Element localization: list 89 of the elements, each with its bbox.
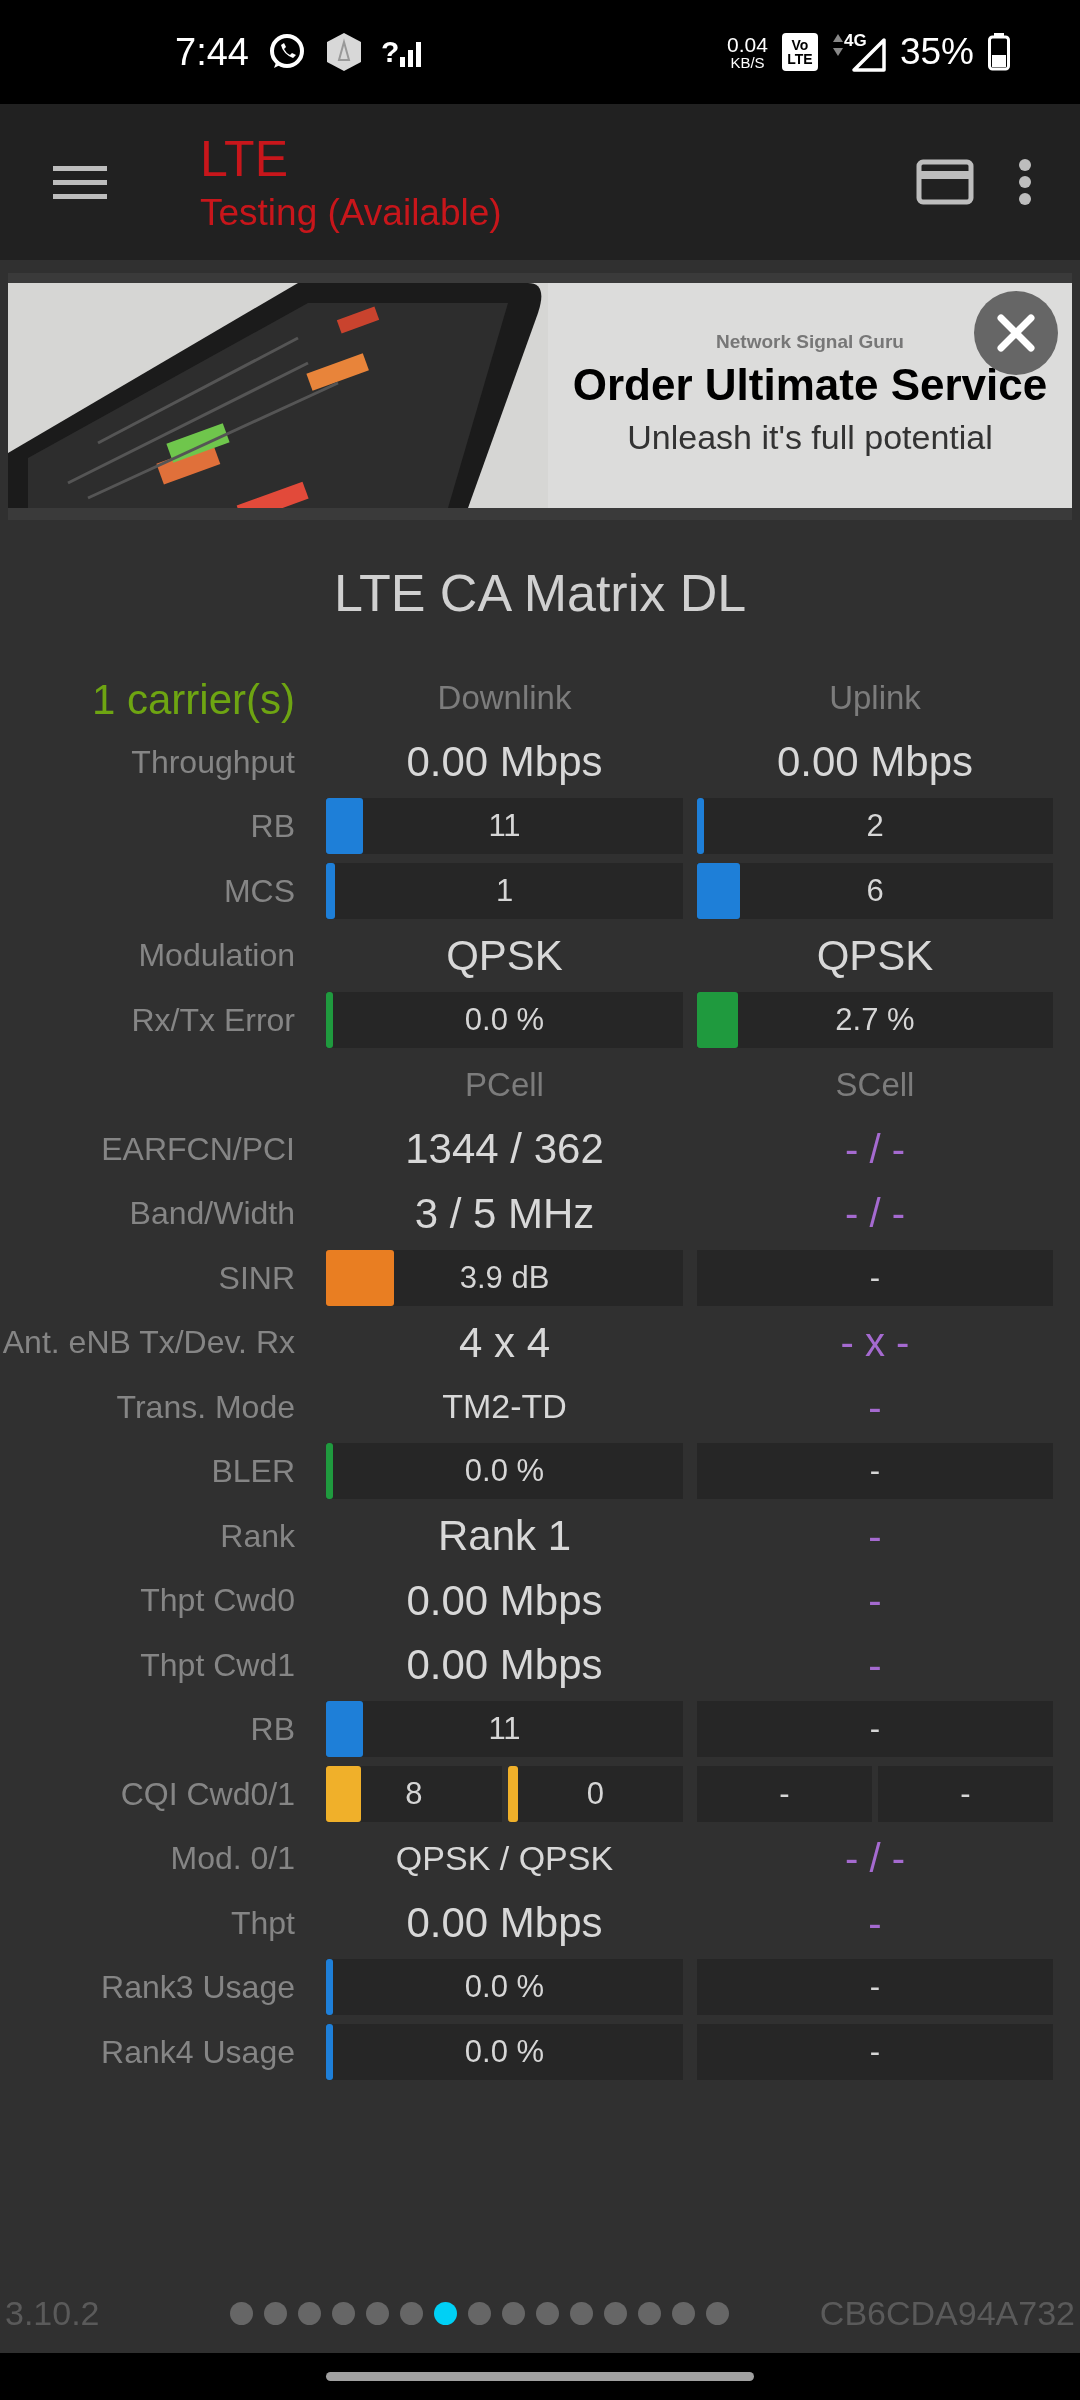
empty-value: - — [868, 1641, 882, 1689]
value-text: 1344 / 362 — [405, 1124, 604, 1175]
up-down-arrows-icon — [831, 32, 844, 58]
app-subtitle: Testing (Available) — [200, 191, 502, 236]
column-heading: Downlink — [437, 677, 572, 718]
meter-value: - — [960, 1774, 971, 1813]
row-label: Rank3 Usage — [101, 1968, 295, 2008]
net-speed: 0.04 — [727, 34, 768, 55]
ad-brand: Network Signal Guru — [716, 330, 904, 355]
meter-value: - — [869, 1452, 881, 1490]
value-text: 0.00 Mbps — [776, 737, 974, 788]
row-label: SINR — [218, 1258, 295, 1298]
signal-bars-icon — [399, 41, 422, 67]
meter-value: 0 — [586, 1774, 604, 1813]
no-sim-mark: ? — [380, 37, 400, 67]
value-text: QPSK — [446, 930, 563, 981]
volte-badge: Vo LTE — [781, 33, 818, 71]
battery-percent: 35% — [899, 30, 974, 75]
card-icon — [916, 159, 974, 205]
row-label: BLER — [211, 1452, 295, 1492]
value-text: TM2-TD — [442, 1386, 567, 1428]
meter-value: 0.0 % — [464, 1452, 545, 1490]
row-label: Trans. Mode — [116, 1387, 295, 1427]
row-label: EARFCN/PCI — [101, 1129, 295, 1169]
ad-headline: Order Ultimate Service — [572, 358, 1048, 411]
meter-value: 3.9 dB — [459, 1258, 550, 1297]
meter-value: 6 — [866, 871, 884, 910]
empty-value: - — [868, 1577, 882, 1625]
matrix-title: LTE CA Matrix DL — [333, 562, 747, 624]
value-text: 0.00 Mbps — [406, 1898, 603, 1949]
ad-banner[interactable]: Network Signal Guru Order Ultimate Service Unleash it's full potential — [8, 283, 1072, 508]
meter-value: 2.7 % — [835, 1000, 915, 1039]
row-label: Throughput — [131, 742, 295, 782]
row-label: Thpt Cwd1 — [140, 1645, 295, 1685]
row-label: Thpt Cwd0 — [140, 1581, 295, 1621]
column-heading: PCell — [465, 1064, 544, 1105]
row-label: CQI Cwd0/1 — [120, 1774, 295, 1814]
row-label: RB — [250, 807, 295, 847]
meter-value: - — [869, 2032, 881, 2071]
meter-value: - — [779, 1774, 790, 1813]
value-text: Rank 1 — [437, 1511, 572, 1562]
value-text: QPSK / QPSK — [395, 1837, 614, 1879]
meter-value: 1 — [495, 871, 514, 910]
row-label: Ant. eNB Tx/Dev. Rx — [2, 1323, 295, 1363]
close-icon — [997, 314, 1035, 352]
value-text: QPSK — [816, 930, 934, 981]
network-type: 4G — [843, 30, 867, 52]
row-label: MCS — [223, 871, 295, 911]
carrier-count: 1 carrier(s) — [92, 674, 295, 725]
row-label: Rx/Tx Error — [131, 1000, 295, 1040]
row-label: Modulation — [138, 936, 295, 976]
meter-value: 2 — [866, 807, 884, 845]
empty-value: - / - — [845, 1835, 905, 1883]
value-text: 0.00 Mbps — [406, 1575, 603, 1626]
column-heading: SCell — [835, 1064, 915, 1105]
clock-time: 7:44 — [175, 29, 249, 75]
empty-value: - x - — [840, 1319, 910, 1367]
meter-value: 8 — [405, 1774, 423, 1813]
row-label: Mod. 0/1 — [170, 1839, 295, 1879]
ad-tagline: Unleash it's full potential — [627, 416, 993, 458]
value-text: 0.00 Mbps — [406, 737, 603, 788]
empty-value: - — [868, 1899, 882, 1947]
row-label: Thpt — [230, 1903, 295, 1943]
value-text: 4 x 4 — [458, 1317, 551, 1368]
meter-value: 0.0 % — [464, 2032, 545, 2071]
value-text: 3 / 5 MHz — [414, 1188, 595, 1239]
row-label: Band/Width — [129, 1194, 295, 1234]
row-label: Rank — [220, 1516, 295, 1556]
empty-value: - / - — [845, 1190, 905, 1238]
column-heading: Uplink — [829, 677, 921, 718]
meter-value: 0.0 % — [464, 1000, 545, 1039]
menu-icon — [53, 164, 107, 200]
meter-value: 0.0 % — [464, 1968, 545, 2006]
battery-icon — [988, 33, 1010, 71]
empty-value: - — [868, 1512, 882, 1560]
meter-value: 11 — [488, 1710, 521, 1748]
net-speed-unit: KB/S — [730, 55, 765, 70]
meter-value: - — [869, 1710, 881, 1748]
meter-value: - — [869, 1258, 881, 1297]
meter-value: 11 — [488, 807, 521, 845]
value-text: 0.00 Mbps — [406, 1640, 603, 1691]
row-label: RB — [250, 1710, 295, 1750]
empty-value: - — [868, 1383, 882, 1431]
row-label: Rank4 Usage — [101, 2032, 295, 2072]
app-title: LTE — [200, 129, 289, 189]
more-options-icon — [1018, 159, 1032, 205]
empty-value: - / - — [845, 1125, 905, 1173]
meter-value: - — [869, 1968, 881, 2006]
hexagon-icon — [324, 32, 363, 72]
